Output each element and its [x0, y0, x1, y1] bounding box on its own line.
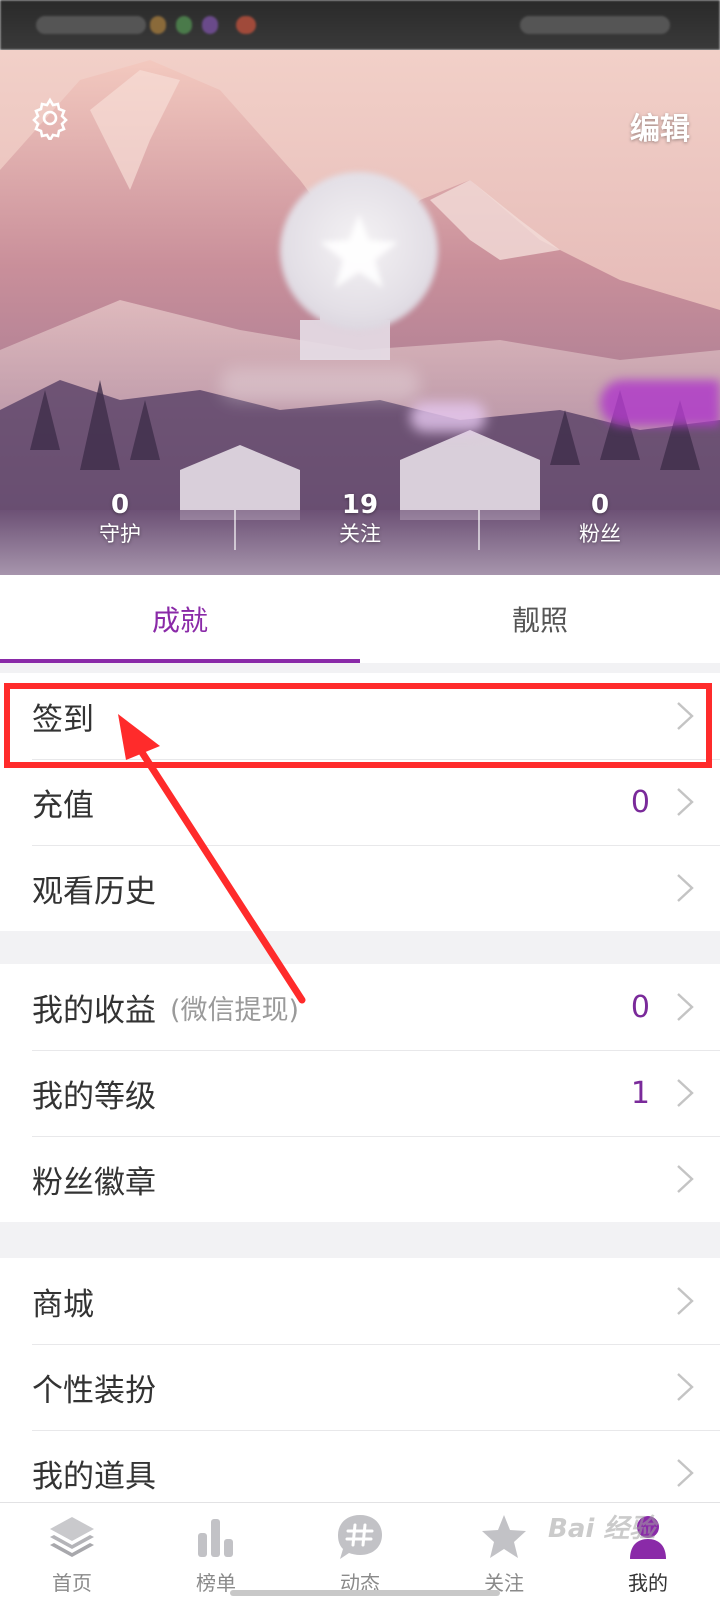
avatar-star-icon: [320, 214, 398, 288]
menu-item-label: 我的收益: [32, 992, 156, 1029]
stat-fans-label: 粉丝: [579, 522, 621, 546]
stat-guard-label: 守护: [99, 522, 141, 546]
stat-following[interactable]: 19 关注: [240, 490, 480, 560]
layers-icon: [50, 1517, 94, 1557]
menu-item-label: 我的等级: [32, 1078, 156, 1115]
menu-item-fan-badge[interactable]: 粉丝徽章: [0, 1136, 720, 1222]
chevron-right-icon: [677, 993, 694, 1021]
blurred-level-badge: [410, 402, 486, 432]
settings-button[interactable]: [24, 92, 76, 144]
menu-item-value: 0: [630, 989, 650, 1025]
menu-item-label: 观看历史: [32, 873, 156, 910]
chevron-right-icon: [677, 1373, 694, 1401]
menu-item-dress-up[interactable]: 个性装扮: [0, 1344, 720, 1430]
menu-item-label: 我的道具: [32, 1458, 156, 1495]
chevron-right-icon: [677, 1287, 694, 1315]
bar-chart-icon: [198, 1519, 233, 1557]
gear-icon: [32, 97, 68, 140]
chevron-right-icon: [677, 1459, 694, 1487]
menu-item-earnings[interactable]: 我的收益 (微信提现) 0: [0, 964, 720, 1050]
tab-achievements[interactable]: 成就: [0, 575, 360, 663]
chevron-right-icon: [677, 874, 694, 902]
tab-photos[interactable]: 靓照: [360, 575, 720, 663]
hashtag-bubble-icon: [338, 1515, 382, 1559]
nav-home[interactable]: 首页: [0, 1503, 144, 1600]
menu-item-label: 粉丝徽章: [32, 1164, 156, 1201]
nav-rankings[interactable]: 榜单: [144, 1503, 288, 1600]
stat-fans[interactable]: 0 粉丝: [480, 490, 720, 560]
profile-stats: 0 守护 19 关注 0 粉丝: [0, 490, 720, 560]
chevron-right-icon: [677, 1165, 694, 1193]
profile-tabs: 成就 靓照: [0, 575, 720, 663]
menu-item-watch-history[interactable]: 观看历史: [0, 845, 720, 931]
annotation-highlight-box: [4, 683, 712, 768]
stat-guard-value: 0: [110, 490, 130, 520]
stat-guard[interactable]: 0 守护: [0, 490, 240, 560]
blurred-tag[interactable]: [600, 380, 720, 426]
blurred-username: [220, 368, 420, 402]
stat-following-label: 关注: [339, 522, 381, 546]
nav-feed[interactable]: 动态: [288, 1503, 432, 1600]
stat-divider: [234, 510, 236, 550]
stat-following-value: 19: [341, 490, 379, 520]
edit-profile-button[interactable]: 编辑: [630, 104, 690, 148]
avatar[interactable]: [280, 172, 438, 330]
status-bar: [0, 0, 720, 50]
menu-item-label: 充值: [32, 787, 94, 824]
menu-item-value: 0: [630, 784, 650, 820]
menu-item-recharge[interactable]: 充值 0: [0, 759, 720, 845]
stat-fans-value: 0: [590, 490, 610, 520]
menu-item-shop[interactable]: 商城: [0, 1258, 720, 1344]
menu-item-label: 个性装扮: [32, 1372, 156, 1409]
stat-divider: [478, 510, 480, 550]
menu-group-2: 我的收益 (微信提现) 0 我的等级 1 粉丝徽章: [0, 964, 720, 1222]
star-icon: [482, 1515, 526, 1558]
nav-home-label: 首页: [52, 1571, 92, 1595]
menu-item-value: 1: [630, 1075, 650, 1111]
watermark: Bai 经验: [548, 1514, 656, 1544]
menu-group-3: 商城 个性装扮 我的道具: [0, 1258, 720, 1516]
chevron-right-icon: [677, 1079, 694, 1107]
menu-item-hint: (微信提现): [170, 994, 300, 1026]
chevron-right-icon: [677, 788, 694, 816]
menu-item-label: 商城: [32, 1286, 94, 1323]
home-indicator[interactable]: [230, 1590, 500, 1596]
menu-item-level[interactable]: 我的等级 1: [0, 1050, 720, 1136]
